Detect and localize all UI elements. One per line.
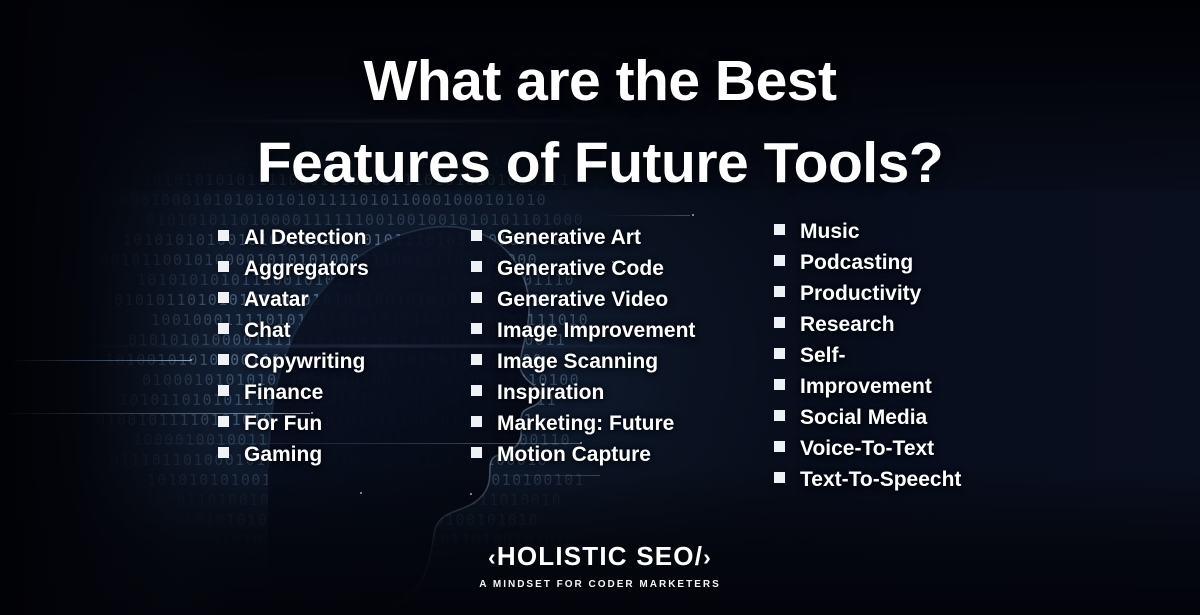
square-bullet-icon bbox=[218, 447, 229, 458]
square-bullet-icon bbox=[774, 255, 785, 266]
feature-label: Inspiration bbox=[497, 381, 605, 404]
feature-label: Image Improvement bbox=[497, 319, 696, 342]
poster-content: What are the Best Features of Future Too… bbox=[0, 0, 1200, 615]
logo-close-bracket-icon: › bbox=[703, 544, 713, 570]
feature-label: Research bbox=[800, 313, 895, 336]
feature-list-item: Finance bbox=[218, 377, 468, 408]
feature-list-item: Marketing: Future bbox=[471, 408, 771, 439]
feature-list-item: Inspiration bbox=[471, 377, 771, 408]
page-title: What are the Best Features of Future Too… bbox=[0, 40, 1200, 204]
square-bullet-icon bbox=[774, 317, 785, 328]
feature-columns: AI Detection Aggregators Avatar Chat Copywri… bbox=[0, 220, 1200, 512]
title-line-2: Features of Future Tools? bbox=[256, 131, 944, 195]
feature-list-item: Image Improvement bbox=[471, 315, 771, 346]
square-bullet-icon bbox=[471, 385, 482, 396]
square-bullet-icon bbox=[218, 354, 229, 365]
feature-column-1: AI Detection Aggregators Avatar Chat Copywri… bbox=[218, 222, 468, 470]
feature-label: Copywriting bbox=[244, 350, 366, 373]
feature-list-item: Music bbox=[774, 216, 1054, 247]
feature-label: Gaming bbox=[244, 443, 323, 466]
logo-wordmark: ‹HOLISTIC SEO/› bbox=[0, 541, 1200, 572]
feature-list-item: Gaming bbox=[218, 439, 468, 470]
square-bullet-icon bbox=[218, 230, 229, 241]
feature-list-item: Research bbox=[774, 309, 1054, 340]
feature-list-item: Image Scanning bbox=[471, 346, 771, 377]
feature-label: AI Detection bbox=[244, 226, 367, 249]
title-line-1: What are the Best bbox=[363, 49, 837, 113]
feature-label: Aggregators bbox=[244, 257, 369, 280]
square-bullet-icon bbox=[774, 224, 785, 235]
logo-name: HOLISTIC SEO bbox=[496, 541, 695, 571]
feature-label: For Fun bbox=[244, 412, 323, 435]
feature-label: Improvement bbox=[800, 375, 932, 398]
feature-list-item: Generative Art bbox=[471, 222, 771, 253]
feature-label: Generative Art bbox=[497, 226, 641, 249]
logo-open-bracket-icon: ‹ bbox=[487, 544, 497, 570]
feature-list-item: Text-To-Speecht bbox=[774, 464, 1054, 495]
square-bullet-icon bbox=[774, 472, 785, 483]
feature-label: Avatar bbox=[244, 288, 309, 311]
feature-list-item: Avatar bbox=[218, 284, 468, 315]
square-bullet-icon bbox=[471, 354, 482, 365]
feature-list-item: Chat bbox=[218, 315, 468, 346]
feature-column-3: Music Podcasting Productivity Research Self-… bbox=[774, 216, 1054, 495]
feature-label: Generative Code bbox=[497, 257, 664, 280]
feature-label: Chat bbox=[244, 319, 291, 342]
feature-label: Self- bbox=[800, 344, 846, 367]
feature-column-2: Generative Art Generative Code Generative … bbox=[471, 222, 771, 470]
logo-tagline: A MINDSET FOR CODER MARKETERS bbox=[479, 579, 721, 590]
feature-list-item: Motion Capture bbox=[471, 439, 771, 470]
feature-list-item: For Fun bbox=[218, 408, 468, 439]
feature-list-item: Voice-To-Text bbox=[774, 433, 1054, 464]
square-bullet-icon bbox=[774, 379, 785, 390]
square-bullet-icon bbox=[218, 292, 229, 303]
feature-label: Text-To-Speecht bbox=[800, 468, 962, 491]
feature-label: Motion Capture bbox=[497, 443, 651, 466]
square-bullet-icon bbox=[774, 348, 785, 359]
square-bullet-icon bbox=[471, 447, 482, 458]
feature-label: Podcasting bbox=[800, 251, 914, 274]
square-bullet-icon bbox=[774, 410, 785, 421]
feature-list-item: Generative Video bbox=[471, 284, 771, 315]
square-bullet-icon bbox=[218, 323, 229, 334]
square-bullet-icon bbox=[218, 416, 229, 427]
feature-list-item: AI Detection bbox=[218, 222, 468, 253]
feature-label: Productivity bbox=[800, 282, 922, 305]
feature-label: Generative Video bbox=[497, 288, 669, 311]
feature-list-item: Self- bbox=[774, 340, 1054, 371]
logo-slash-icon: / bbox=[694, 541, 704, 571]
feature-label: Finance bbox=[244, 381, 324, 404]
square-bullet-icon bbox=[774, 286, 785, 297]
feature-list-item: Aggregators bbox=[218, 253, 468, 284]
feature-list-item: Copywriting bbox=[218, 346, 468, 377]
feature-list-item: Productivity bbox=[774, 278, 1054, 309]
square-bullet-icon bbox=[471, 416, 482, 427]
feature-list-item: Podcasting bbox=[774, 247, 1054, 278]
feature-label: Image Scanning bbox=[497, 350, 659, 373]
square-bullet-icon bbox=[471, 230, 482, 241]
feature-label: Music bbox=[800, 220, 860, 243]
feature-list-item: Improvement bbox=[774, 371, 1054, 402]
square-bullet-icon bbox=[218, 261, 229, 272]
feature-list-item: Social Media bbox=[774, 402, 1054, 433]
brand-logo[interactable]: ‹HOLISTIC SEO/› A MINDSET FOR CODER MARK… bbox=[0, 541, 1200, 591]
infographic-poster: 1011010010101010101010010101101101001010… bbox=[0, 0, 1200, 615]
square-bullet-icon bbox=[471, 292, 482, 303]
feature-label: Social Media bbox=[800, 406, 928, 429]
square-bullet-icon bbox=[471, 323, 482, 334]
square-bullet-icon bbox=[218, 385, 229, 396]
feature-label: Marketing: Future bbox=[497, 412, 675, 435]
feature-label: Voice-To-Text bbox=[800, 437, 935, 460]
square-bullet-icon bbox=[471, 261, 482, 272]
square-bullet-icon bbox=[774, 441, 785, 452]
feature-list-item: Generative Code bbox=[471, 253, 771, 284]
